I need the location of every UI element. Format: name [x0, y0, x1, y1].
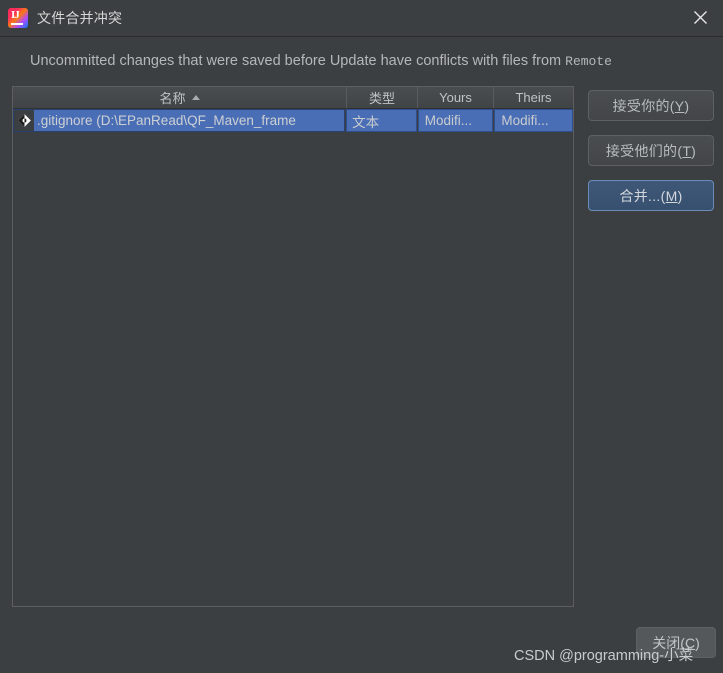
column-header-theirs-label: Theirs — [515, 90, 552, 105]
git-file-icon-glyph — [16, 113, 32, 128]
table-cell-type[interactable]: 文本 — [346, 109, 417, 132]
git-file-icon — [14, 110, 34, 131]
table-header-row: 名称 类型 Yours Theirs — [13, 87, 573, 109]
accept-yours-button-label: 接受你的(Y) — [612, 97, 690, 114]
conflict-file-table: 名称 类型 Yours Theirs .gitignore (D:\EPanRe… — [12, 86, 574, 607]
title-bar: IJ 文件合并冲突 — [0, 0, 723, 37]
intellij-idea-icon-underbar — [11, 23, 23, 25]
conflict-message-source: Remote — [565, 54, 612, 69]
accept-theirs-button[interactable]: 接受他们的(T) — [588, 135, 714, 166]
close-icon[interactable] — [678, 0, 723, 35]
column-header-type-label: 类型 — [368, 91, 395, 106]
column-header-name-label: 名称 — [159, 91, 186, 106]
conflict-message-text: Uncommitted changes that were saved befo… — [30, 53, 566, 69]
table-cell-theirs-label: Modifi... — [501, 113, 549, 128]
table-cell-name[interactable]: .gitignore (D:\EPanRead\QF_Maven_frame — [13, 109, 346, 132]
merge-button-label: 合并...(M) — [619, 187, 683, 204]
column-header-name[interactable]: 名称 — [13, 87, 347, 108]
accept-yours-button[interactable]: 接受你的(Y) — [588, 90, 714, 121]
accept-theirs-button-label: 接受他们的(T) — [605, 142, 697, 159]
column-header-yours[interactable]: Yours — [418, 87, 494, 108]
column-header-theirs[interactable]: Theirs — [494, 87, 573, 108]
column-header-type[interactable]: 类型 — [347, 87, 418, 108]
table-cell-yours[interactable]: Modifi... — [417, 109, 494, 132]
table-cell-type-label: 文本 — [352, 114, 380, 130]
sort-ascending-icon — [191, 95, 200, 100]
table-cell-yours-label: Modifi... — [424, 113, 473, 128]
conflict-message: Uncommitted changes that were saved befo… — [30, 53, 612, 69]
table-cell-theirs[interactable]: Modifi... — [494, 109, 574, 132]
column-header-yours-label: Yours — [439, 90, 472, 105]
window-title: 文件合并冲突 — [37, 10, 123, 26]
close-icon-glyph — [694, 11, 707, 24]
merge-button[interactable]: 合并...(M) — [588, 180, 714, 211]
close-button-label: 关闭(C) — [652, 634, 700, 651]
close-button[interactable]: 关闭(C) — [636, 627, 716, 658]
table-row[interactable]: .gitignore (D:\EPanRead\QF_Maven_frame 文… — [13, 109, 574, 132]
table-cell-name-label: .gitignore (D:\EPanRead\QF_Maven_frame — [37, 113, 296, 128]
intellij-idea-icon: IJ — [8, 8, 28, 28]
